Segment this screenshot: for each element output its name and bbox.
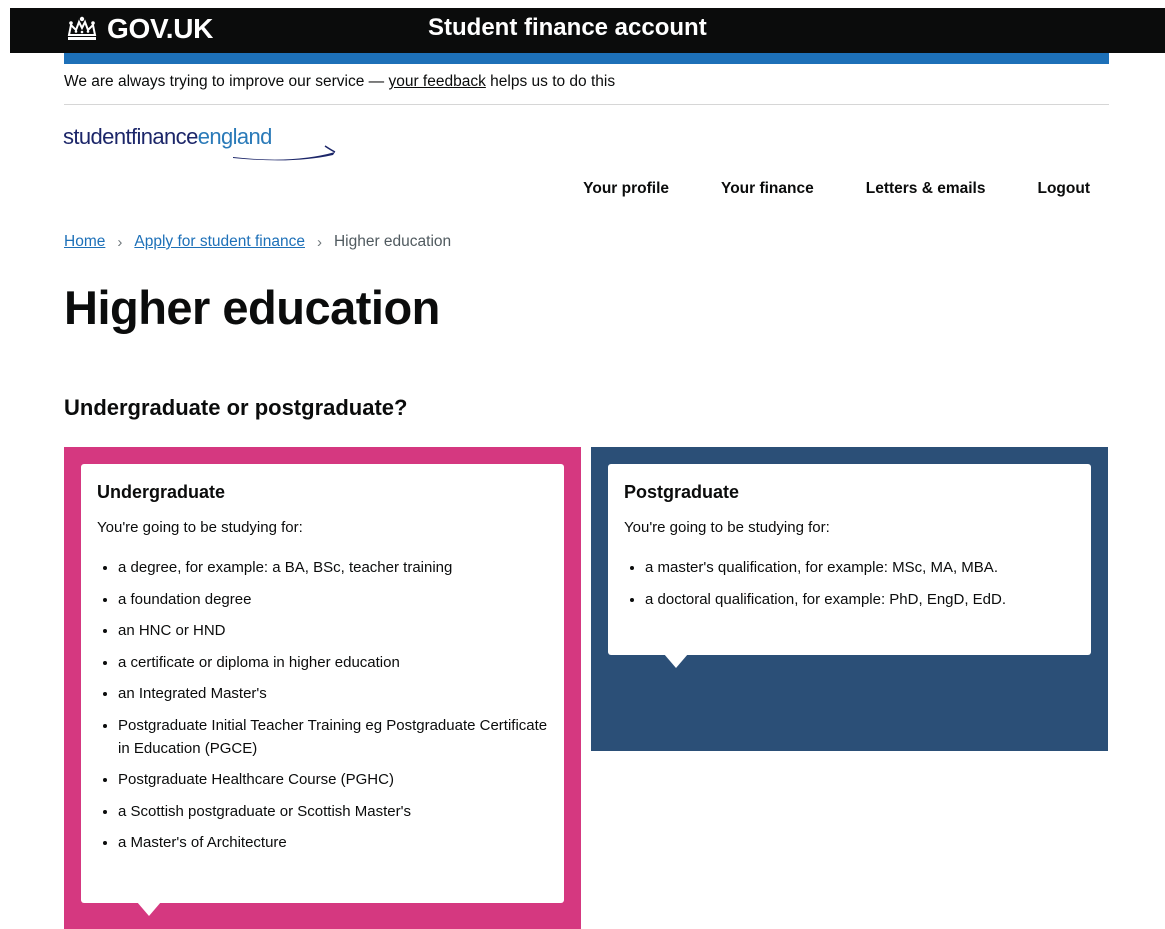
undergraduate-intro: You're going to be studying for: xyxy=(97,519,303,536)
list-item: an HNC or HND xyxy=(118,619,548,642)
chevron-right-icon: › xyxy=(316,233,322,251)
section-heading: Undergraduate or postgraduate? xyxy=(64,395,408,420)
govuk-logo-link[interactable]: GOV.UK xyxy=(65,9,213,49)
account-navigation: Your profile Your finance Letters & emai… xyxy=(531,180,1090,198)
service-name[interactable]: Student finance account xyxy=(428,12,707,44)
list-item: Postgraduate Initial Teacher Training eg… xyxy=(118,714,548,760)
breadcrumb: Home › Apply for student finance › Highe… xyxy=(64,233,451,251)
list-item: a master's qualification, for example: M… xyxy=(645,556,1075,579)
breadcrumb-home[interactable]: Home xyxy=(64,233,105,251)
nav-letters-emails[interactable]: Letters & emails xyxy=(866,180,986,198)
breadcrumb-current: Higher education xyxy=(333,233,452,250)
feedback-banner: We are always trying to improve our serv… xyxy=(64,73,615,91)
postgraduate-intro: You're going to be studying for: xyxy=(624,519,830,536)
list-item: a doctoral qualification, for example: P… xyxy=(645,588,1075,611)
postgraduate-card[interactable]: Postgraduate You're going to be studying… xyxy=(608,464,1091,668)
header-blue-band xyxy=(64,53,1109,64)
postgraduate-list: a master's qualification, for example: M… xyxy=(624,556,1075,611)
list-item: a Master's of Architecture xyxy=(118,831,548,854)
undergraduate-option-panel[interactable]: Undergraduate You're going to be studyin… xyxy=(64,447,581,929)
nav-logout[interactable]: Logout xyxy=(1037,180,1090,198)
page-title: Higher education xyxy=(64,281,440,334)
list-item: an Integrated Master's xyxy=(118,682,548,705)
divider xyxy=(64,104,1109,105)
logo-word-student-finance: studentfinance xyxy=(63,124,198,149)
chevron-right-icon: › xyxy=(117,233,123,251)
list-item: a Scottish postgraduate or Scottish Mast… xyxy=(118,800,548,823)
undergraduate-list: a degree, for example: a BA, BSc, teache… xyxy=(97,556,548,854)
crown-icon xyxy=(65,15,99,43)
nav-your-profile[interactable]: Your profile xyxy=(583,180,669,198)
logo-word-england: england xyxy=(197,124,273,149)
feedback-link[interactable]: your feedback xyxy=(388,73,485,90)
list-item: a certificate or diploma in higher educa… xyxy=(118,651,548,674)
govuk-header: GOV.UK Student finance account xyxy=(10,8,1165,53)
feedback-text-after: helps us to do this xyxy=(485,73,616,90)
list-item: a degree, for example: a BA, BSc, teache… xyxy=(118,556,548,579)
breadcrumb-apply-for-student-finance[interactable]: Apply for student finance xyxy=(134,233,305,251)
student-finance-england-logo[interactable]: studentfinanceengland xyxy=(63,124,343,164)
govuk-logo-text: GOV.UK xyxy=(107,13,214,44)
list-item: a foundation degree xyxy=(118,588,548,611)
postgraduate-option-panel[interactable]: Postgraduate You're going to be studying… xyxy=(591,447,1108,751)
list-item: Postgraduate Healthcare Course (PGHC) xyxy=(118,768,548,791)
card-pointer-icon xyxy=(664,654,688,668)
feedback-text-before: We are always trying to improve our serv… xyxy=(64,73,389,90)
undergraduate-card[interactable]: Undergraduate You're going to be studyin… xyxy=(81,464,564,916)
postgraduate-title: Postgraduate xyxy=(624,482,740,502)
undergraduate-title: Undergraduate xyxy=(97,482,226,502)
card-pointer-icon xyxy=(137,902,161,916)
nav-your-finance[interactable]: Your finance xyxy=(721,180,814,198)
